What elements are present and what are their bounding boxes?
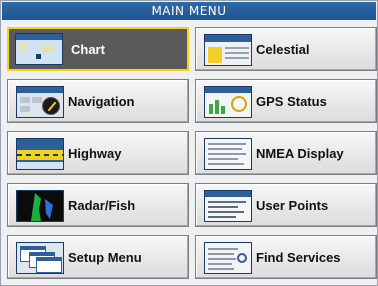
gps-status-thumbnail-icon — [204, 86, 252, 118]
menu-button-setup-menu[interactable]: Setup Menu — [7, 235, 189, 279]
menu-button-label: User Points — [256, 197, 329, 213]
menu-button-label: GPS Status — [256, 93, 327, 109]
menu-button-label: NMEA Display — [256, 145, 344, 161]
chart-thumbnail-icon — [15, 33, 63, 65]
menu-button-label: Highway — [68, 145, 122, 161]
menu-button-find-services[interactable]: Find Services — [195, 235, 377, 279]
menu-button-user-points[interactable]: User Points — [195, 183, 377, 227]
celestial-thumbnail-icon — [204, 34, 252, 66]
setup-menu-thumbnail-icon — [16, 242, 64, 274]
nmea-display-thumbnail-icon — [204, 138, 252, 170]
find-services-thumbnail-icon — [204, 242, 252, 274]
radar-fish-thumbnail-icon — [16, 190, 64, 222]
menu-button-label: Radar/Fish — [68, 197, 136, 213]
menu-button-nmea-display[interactable]: NMEA Display — [195, 131, 377, 175]
user-points-thumbnail-icon — [204, 190, 252, 222]
menu-button-gps-status[interactable]: GPS Status — [195, 79, 377, 123]
menu-button-label: Setup Menu — [68, 249, 142, 265]
window-title: MAIN MENU — [2, 2, 376, 20]
menu-button-navigation[interactable]: Navigation — [7, 79, 189, 123]
menu-button-label: Navigation — [68, 93, 135, 109]
menu-button-label: Find Services — [256, 249, 341, 265]
menu-button-highway[interactable]: Highway — [7, 131, 189, 175]
highway-thumbnail-icon — [16, 138, 64, 170]
menu-button-label: Chart — [71, 41, 105, 57]
menu-button-radar-fish[interactable]: Radar/Fish — [7, 183, 189, 227]
menu-button-celestial[interactable]: Celestial — [195, 27, 377, 71]
menu-button-label: Celestial — [256, 41, 310, 57]
navigation-thumbnail-icon — [16, 86, 64, 118]
main-menu-window: MAIN MENU Chart Celestial Navigation GPS… — [0, 0, 378, 286]
menu-button-chart[interactable]: Chart — [7, 27, 189, 71]
